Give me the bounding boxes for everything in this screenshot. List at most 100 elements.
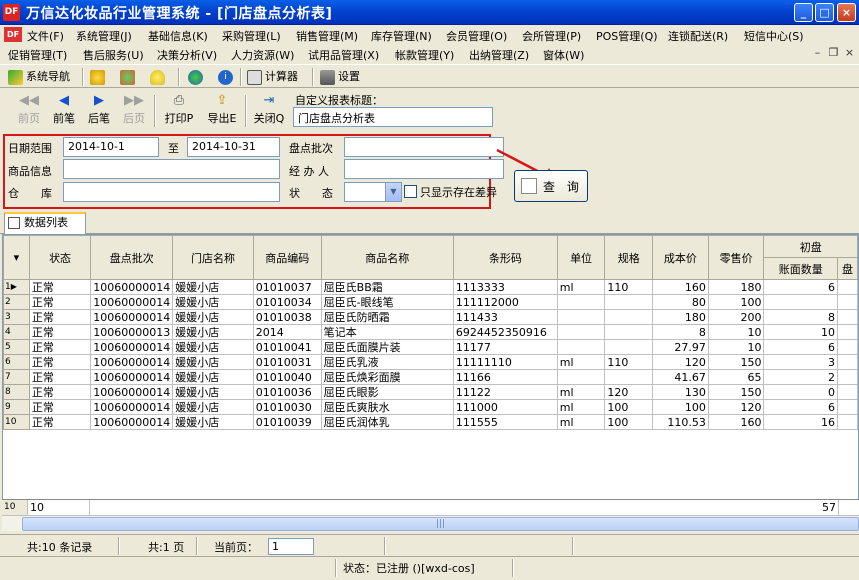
cell-barcode: 111000 — [452, 399, 558, 415]
row-indicator[interactable]: 5 — [3, 339, 30, 355]
col-status[interactable]: 状态 — [28, 235, 92, 280]
mdi-close-button[interactable]: × — [842, 46, 857, 60]
menu-inventory[interactable]: 库存管理(N) — [371, 28, 432, 44]
export-button[interactable]: ⇪ 导出E — [205, 92, 239, 128]
operator-input[interactable] — [344, 159, 504, 179]
chevron-down-icon[interactable]: ▼ — [385, 183, 401, 201]
date-from-input[interactable]: 2014-10-1 — [63, 137, 159, 157]
menu-pos[interactable]: POS管理(Q) — [596, 28, 658, 44]
date-to-input[interactable]: 2014-10-31 — [187, 137, 280, 157]
col-retail[interactable]: 零售价 — [707, 235, 765, 280]
query-button[interactable]: 查 询 — [514, 170, 588, 202]
menu-basic-info[interactable]: 基础信息(K) — [148, 28, 208, 44]
table-row[interactable]: 4 正常 10060000013 媛媛小店 2014 笔记本 6924452350916 8 1… — [3, 324, 858, 340]
col-name[interactable]: 商品名称 — [320, 235, 454, 280]
menu-file[interactable]: 文件(F) — [27, 28, 64, 44]
report-title-input[interactable]: 门店盘点分析表 — [293, 107, 493, 127]
tab-data-list[interactable]: 数据列表 — [4, 212, 86, 234]
table-row[interactable]: 3 正常 10060000014 媛媛小店 01010038 屈臣氏防晒霜 111433 18… — [3, 309, 858, 325]
globe-button[interactable] — [188, 68, 206, 86]
info-button[interactable]: i — [218, 68, 236, 86]
col-counted[interactable]: 盘 — [837, 257, 858, 280]
row-indicator[interactable]: 4 — [3, 324, 30, 340]
calculator-icon — [247, 69, 262, 85]
col-batch[interactable]: 盘点批次 — [90, 235, 174, 280]
last-page-button[interactable]: ▶▶ 后页 — [117, 92, 151, 128]
print-button[interactable]: ⎙ 打印P — [162, 92, 196, 128]
col-cost[interactable]: 成本价 — [652, 235, 709, 280]
cell-book-qty: 3 — [763, 354, 839, 370]
menu-decision[interactable]: 决策分析(V) — [157, 47, 217, 63]
key-button[interactable] — [90, 68, 108, 86]
row-indicator[interactable]: 6 — [3, 354, 30, 370]
mdi-minimize-button[interactable]: – — [810, 46, 825, 60]
batch-input[interactable] — [344, 137, 504, 157]
menu-system[interactable]: 系统管理(J) — [76, 28, 132, 44]
row-indicator[interactable]: 2 — [3, 294, 30, 310]
menu-cashier[interactable]: 出纳管理(Z) — [469, 47, 529, 63]
current-page-input[interactable]: 1 — [268, 538, 314, 555]
col-store[interactable]: 门店名称 — [172, 235, 254, 280]
row-indicator[interactable]: 7 — [3, 369, 30, 385]
diff-only-checkbox[interactable] — [404, 185, 417, 198]
table-row[interactable]: 7 正常 10060000014 媛媛小店 01010040 屈臣氏焕彩面膜 11166 41… — [3, 369, 858, 385]
cell-retail: 180 — [707, 279, 765, 295]
menu-purchase[interactable]: 采购管理(L) — [222, 28, 281, 44]
minimize-button[interactable]: _ — [794, 3, 813, 22]
row-indicator[interactable]: 8 — [3, 384, 30, 400]
menu-window[interactable]: 窗体(W) — [543, 47, 584, 63]
cell-barcode: 6924452350916 — [452, 324, 558, 340]
cell-name: 屈臣氏爽肤水 — [320, 399, 454, 415]
col-barcode[interactable]: 条形码 — [452, 235, 558, 280]
menu-sales[interactable]: 销售管理(M) — [296, 28, 358, 44]
close-window-button[interactable]: × — [837, 3, 856, 22]
maximize-button[interactable]: □ — [815, 3, 834, 22]
first-page-button[interactable]: ◀◀ 前页 — [12, 92, 46, 128]
row-indicator[interactable]: 1▶ — [3, 279, 30, 295]
col-spec[interactable]: 规格 — [604, 235, 654, 280]
menu-club[interactable]: 会所管理(P) — [522, 28, 581, 44]
table-row[interactable]: 5 正常 10060000014 媛媛小店 01010041 屈臣氏面膜片装 11177 27… — [3, 339, 858, 355]
row-indicator[interactable]: 9 — [3, 399, 30, 415]
menu-members[interactable]: 会员管理(O) — [446, 28, 507, 44]
calculator-label: 计算器 — [265, 70, 298, 83]
menu-after-sales[interactable]: 售后服务(U) — [83, 47, 144, 63]
system-nav-button[interactable]: 系统导航 — [8, 68, 70, 86]
table-row[interactable]: 2 正常 10060000014 媛媛小店 01010034 屈臣氏-眼线笔 1111120… — [3, 294, 858, 310]
document-icon[interactable]: DF — [4, 27, 22, 42]
table-row[interactable]: 8 正常 10060000014 媛媛小店 01010036 屈臣氏眼影 11122 ml 12… — [3, 384, 858, 400]
mdi-restore-button[interactable]: ❐ — [826, 46, 841, 60]
product-input[interactable] — [63, 159, 280, 179]
table-row[interactable]: 1▶ 正常 10060000014 媛媛小店 01010037 屈臣氏BB霜 1113333… — [3, 279, 858, 295]
next-record-button[interactable]: ▶ 后笔 — [82, 92, 116, 128]
cell-retail: 100 — [707, 294, 765, 310]
menu-accounts[interactable]: 帐款管理(Y) — [395, 47, 454, 63]
calculator-button[interactable]: 计算器 — [247, 68, 298, 86]
scrollbar-thumb[interactable]: ||| — [22, 517, 859, 531]
diff-only-label: 只显示存在差异 — [420, 186, 497, 199]
col-unit[interactable]: 单位 — [556, 235, 606, 280]
menu-promotion[interactable]: 促销管理(T) — [8, 47, 67, 63]
close-form-button[interactable]: ⇥ 关闭Q — [252, 92, 286, 128]
table-row[interactable]: 6 正常 10060000014 媛媛小店 01010031 屈臣氏乳液 11111110 m… — [3, 354, 858, 370]
row-indicator[interactable]: 3 — [3, 309, 30, 325]
table-row[interactable]: 10 正常 10060000014 媛媛小店 01010039 屈臣氏润体乳 111555 m… — [3, 414, 858, 430]
menu-hr[interactable]: 人力资源(W) — [231, 47, 294, 63]
prev-record-button[interactable]: ◀ 前笔 — [47, 92, 81, 128]
col-book-qty[interactable]: 账面数量 — [763, 257, 839, 280]
menu-chain-delivery[interactable]: 连锁配送(R) — [668, 28, 728, 44]
col-code[interactable]: 商品编码 — [252, 235, 322, 280]
users-button[interactable] — [120, 68, 138, 86]
table-row[interactable]: 9 正常 10060000014 媛媛小店 01010030 屈臣氏爽肤水 111000 ml… — [3, 399, 858, 415]
row-indicator[interactable]: 10 — [3, 414, 30, 430]
horizontal-scrollbar[interactable]: ||| — [2, 515, 859, 531]
cell-counted — [837, 309, 858, 325]
menu-sms[interactable]: 短信中心(S) — [744, 28, 804, 44]
status-select[interactable]: ▼ — [344, 182, 402, 202]
bell-button[interactable] — [150, 68, 168, 86]
app-logo-icon: DF — [3, 4, 20, 21]
settings-button[interactable]: 设置 — [320, 68, 360, 86]
menu-trial[interactable]: 试用品管理(X) — [308, 47, 379, 63]
cell-batch: 10060000014 — [90, 309, 174, 325]
warehouse-input[interactable] — [63, 182, 280, 202]
